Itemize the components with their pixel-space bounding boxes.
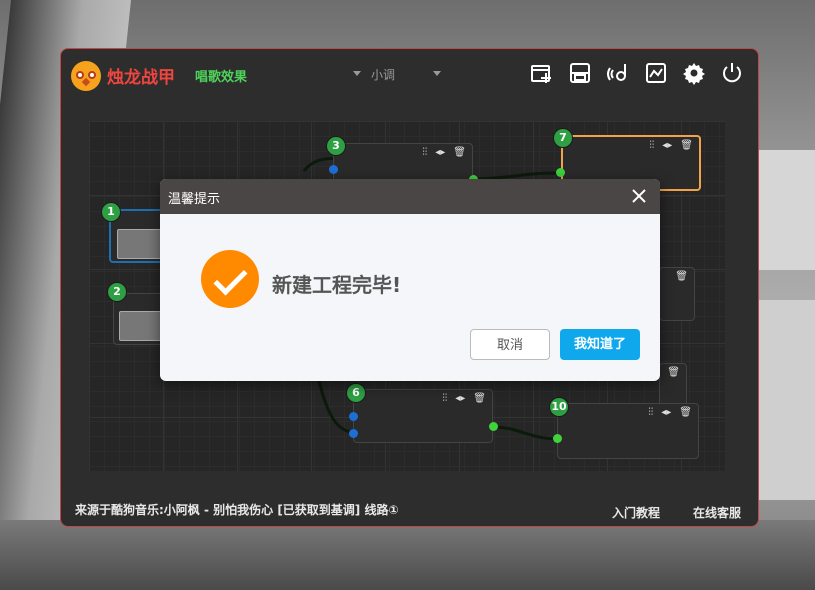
app-title: 烛龙战甲	[107, 68, 175, 88]
node-badge: 1	[101, 202, 121, 222]
trash-icon[interactable]: 🗑	[675, 271, 688, 282]
trash-icon[interactable]: 🗑	[453, 147, 466, 158]
input-port[interactable]	[553, 434, 562, 443]
save-icon[interactable]	[568, 61, 592, 85]
trash-icon[interactable]: 🗑	[667, 367, 680, 378]
title-bar: 烛龙战甲 唱歌效果 小调	[61, 49, 758, 101]
key-select-value: 小调	[371, 68, 396, 82]
node-10[interactable]: ⫶⫶ ◂▸ 🗑	[557, 403, 699, 459]
dialog-header: 温馨提示	[160, 179, 660, 214]
close-icon[interactable]	[628, 185, 650, 207]
adjust-icon[interactable]	[644, 61, 668, 85]
settings-icon[interactable]	[682, 61, 706, 85]
node-badge: 10	[549, 397, 569, 417]
filter-icon[interactable]: ⫶⫶	[442, 393, 447, 404]
node-badge: 7	[553, 128, 573, 148]
filter-icon[interactable]: ⫶⫶	[649, 140, 654, 151]
chevron-down-icon	[433, 71, 441, 76]
node-badge: 6	[346, 383, 366, 403]
node-badge: 2	[107, 282, 127, 302]
input-port[interactable]	[556, 168, 565, 177]
dialog-title: 温馨提示	[168, 192, 221, 207]
input-port[interactable]	[349, 412, 358, 421]
node-hidden-a[interactable]: 🗑	[659, 267, 695, 321]
trash-icon[interactable]: 🗑	[680, 140, 693, 151]
support-link[interactable]: 在线客服	[693, 504, 741, 521]
mode-label[interactable]: 唱歌效果	[195, 66, 247, 85]
toolbar	[530, 61, 744, 87]
owl-logo-icon	[71, 61, 101, 91]
filter-icon[interactable]: ⫶⫶	[648, 407, 653, 418]
filter-icon[interactable]: ⫶⫶	[422, 147, 427, 158]
chevron-down-icon	[353, 71, 361, 76]
notice-dialog: 温馨提示 新建工程完毕! 取消 我知道了	[160, 179, 660, 381]
curve-icon[interactable]: ◂▸	[662, 140, 672, 151]
node-3[interactable]: ⫶⫶ ◂▸ 🗑	[333, 143, 473, 183]
node-6[interactable]: ⫶⫶ ◂▸ 🗑	[353, 389, 493, 443]
new-project-icon[interactable]	[530, 61, 554, 85]
node-badge: 3	[326, 136, 346, 156]
output-port[interactable]	[489, 422, 498, 431]
key-select[interactable]: 小调	[353, 66, 443, 84]
dialog-message: 新建工程完毕!	[272, 273, 402, 297]
curve-icon[interactable]: ◂▸	[435, 147, 445, 158]
source-info: 来源于酷狗音乐:小阿枫 - 别怕我伤心 [已获取到基调] 线路①	[75, 503, 399, 517]
ok-button[interactable]: 我知道了	[560, 329, 640, 360]
curve-icon[interactable]: ◂▸	[661, 407, 671, 418]
input-port[interactable]	[349, 429, 358, 438]
trash-icon[interactable]: 🗑	[473, 393, 486, 404]
input-port[interactable]	[329, 165, 338, 174]
tutorial-link[interactable]: 入门教程	[612, 504, 660, 521]
trash-icon[interactable]: 🗑	[679, 407, 692, 418]
curve-icon[interactable]: ◂▸	[455, 393, 465, 404]
sound-icon[interactable]	[606, 61, 630, 85]
cancel-button[interactable]: 取消	[470, 329, 550, 360]
power-icon[interactable]	[720, 61, 744, 85]
success-check-icon	[201, 250, 259, 308]
